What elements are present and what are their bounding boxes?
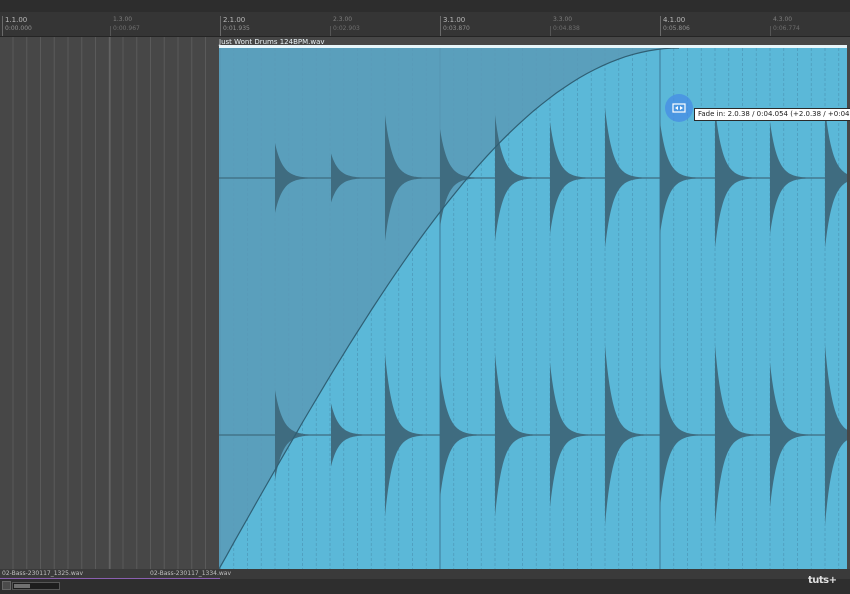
waveform-transient [660,122,704,234]
bottom-lane-area: 02-Bass-230117_1325.wav 02-Bass-230117_1… [0,569,850,594]
waveform-transient [550,363,594,507]
fade-in-handle[interactable] [665,94,693,122]
top-toolbar-strip [0,0,850,12]
ruler-beat-time: 0:06.774 [773,25,800,32]
waveform-transient [715,108,759,248]
horizontal-scrollbar[interactable] [12,582,60,590]
ruler-bar-label: 2.1.00 [223,16,246,24]
waveform-transient [331,403,375,467]
ruler-bar-label: 1.1.00 [5,16,28,24]
fade-in-tooltip: Fade in: 2.0.38 / 0:04.054 (+2.0.38 / +0… [694,108,850,121]
ruler-beat-label: 4.3.00 [773,16,793,23]
ruler-beat-tick [550,26,551,36]
ruler-bar-time: 0:00.000 [5,25,32,32]
ruler-beat-tick [770,26,771,36]
ruler-bar-label: 3.1.00 [443,16,466,24]
audio-clip[interactable] [219,45,847,569]
waveform-transient [495,354,539,516]
lower-track-strip[interactable]: 02-Bass-230117_1325.wav 02-Bass-230117_1… [0,569,850,579]
waveform-transient [605,345,649,525]
scrollbar-thumb[interactable] [14,584,30,588]
ruler-bar-tick [660,16,661,36]
timeline-ruler[interactable]: 1.1.00 0:00.000 1.3.00 0:00.967 2.1.00 0… [0,12,850,37]
clip-title: Just Wont Drums 124BPM.wav [219,38,325,46]
ruler-bar-label: 4.1.00 [663,16,686,24]
ruler-beat-label: 2.3.00 [333,16,353,23]
ruler-beat-tick [110,26,111,36]
waveform-transient [770,122,814,234]
waveform-transient [660,363,704,507]
waveform-transient [605,108,649,248]
scroll-left-button[interactable] [2,581,11,590]
ruler-beat-time: 0:04.838 [553,25,580,32]
ruler-bar-tick [440,16,441,36]
waveform-transient [715,345,759,525]
fade-handle-icon [672,103,686,113]
ruler-beat-label: 3.3.00 [553,16,573,23]
ruler-bar-time: 0:03.870 [443,25,470,32]
ruler-bar-time: 0:05.806 [663,25,690,32]
waveform-transient [550,122,594,234]
clip-waveform-and-fade[interactable] [219,45,847,569]
waveform-transient [825,345,847,525]
waveform-transient [825,108,847,248]
lower-clip-label[interactable]: 02-Bass-230117_1334.wav [150,570,231,578]
empty-lane-grid [12,37,206,569]
tuts-plus-watermark: tuts+ [808,575,837,586]
waveform-transient [770,363,814,507]
ruler-bar-tick [220,16,221,36]
waveform-transient [385,354,429,516]
ruler-beat-label: 1.3.00 [113,16,133,23]
ruler-beat-time: 0:02.903 [333,25,360,32]
ruler-beat-time: 0:00.967 [113,25,140,32]
ruler-bar-tick [2,16,3,36]
ruler-bar-time: 0:01.935 [223,25,250,32]
waveform-transient [440,372,484,498]
ruler-beat-tick [330,26,331,36]
lower-clip-underline [0,578,220,579]
fade-in-shade [219,48,679,569]
lower-clip-label[interactable]: 02-Bass-230117_1325.wav [2,570,83,578]
